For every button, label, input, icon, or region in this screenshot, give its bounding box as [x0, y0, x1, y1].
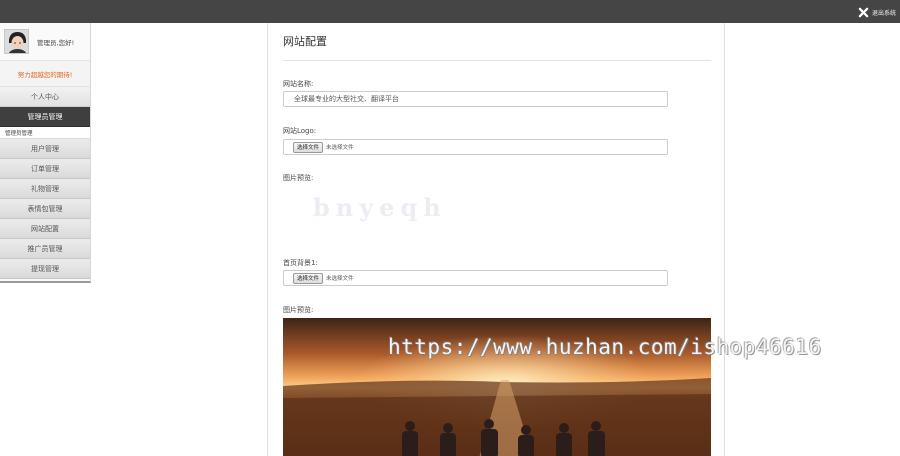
site-logo-label: 网站Logo:: [283, 127, 317, 135]
logout-button[interactable]: 退出系统: [858, 5, 896, 19]
logo-preview-image: bnyeqh: [313, 193, 447, 222]
greeting-text: 管理员,您好!: [37, 38, 75, 47]
sidebar-item-gifts[interactable]: 礼物管理: [0, 179, 90, 199]
bg1-label: 首页背景1:: [283, 259, 318, 267]
page-title: 网站配置: [283, 35, 327, 48]
sidebar-item-emoji[interactable]: 表情包管理: [0, 199, 90, 219]
logo-preview-label: 图片预览:: [283, 174, 314, 182]
site-name-label: 网站名称:: [283, 80, 314, 88]
avatar: [4, 29, 29, 54]
user-box: 管理员,您好!: [0, 23, 90, 61]
sidebar-item-promoters[interactable]: 推广员管理: [0, 239, 90, 259]
close-icon: [858, 7, 869, 17]
nav-admin-manage[interactable]: 管理员管理: [0, 107, 90, 127]
logout-label: 退出系统: [871, 9, 896, 17]
sidebar: 管理员,您好! 努力超越您的期待! 个人中心 管理员管理 管理员管理 用户管理 …: [0, 23, 91, 283]
no-file-text: 未选择文件: [326, 145, 354, 151]
nav-personal-center[interactable]: 个人中心: [0, 87, 90, 107]
choose-file-button[interactable]: 选择文件: [293, 141, 324, 153]
promo-text: 努力超越您的期待!: [0, 61, 90, 87]
no-file-text: 未选择文件: [326, 276, 354, 282]
top-bar: 退出系统: [0, 0, 900, 23]
bg1-file-input[interactable]: 选择文件 未选择文件: [283, 270, 668, 286]
main-panel: 网站配置 网站名称: 全球最专业的大型社交、翻译平台 网站Logo: 选择文件 …: [267, 23, 725, 456]
title-divider: [283, 60, 711, 61]
sidebar-item-withdraw[interactable]: 提现管理: [0, 259, 90, 279]
choose-file-button[interactable]: 选择文件: [293, 272, 324, 284]
sidebar-item-users[interactable]: 用户管理: [0, 139, 90, 159]
watermark-text: https://www.huzhan.com/ishop46616: [388, 335, 822, 359]
logo-file-input[interactable]: 选择文件 未选择文件: [283, 139, 668, 155]
submenu-title: 管理员管理: [0, 127, 90, 139]
bg1-preview-label: 图片预览:: [283, 306, 314, 314]
avatar-image: [5, 30, 28, 53]
site-name-input[interactable]: 全球最专业的大型社交、翻译平台: [283, 91, 668, 107]
sidebar-item-site-config[interactable]: 网站配置: [0, 219, 90, 239]
sidebar-item-orders[interactable]: 订单管理: [0, 159, 90, 179]
